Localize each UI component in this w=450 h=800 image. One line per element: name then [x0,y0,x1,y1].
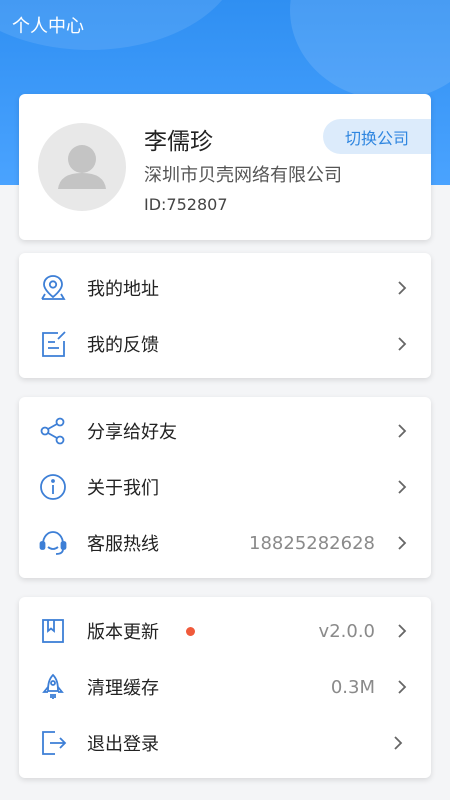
logout-icon [38,728,68,758]
menu-item-logout[interactable]: 退出登录 [19,715,431,771]
menu-group-2: 分享给好友 关于我们 客服热线 18825282628 [19,397,431,578]
info-icon [38,472,68,502]
chevron-right-icon [394,736,403,750]
menu-item-version-update[interactable]: 版本更新 v2.0.0 [19,603,431,659]
rocket-icon [38,672,68,702]
menu-item-about[interactable]: 关于我们 [19,459,431,515]
profile-card: 李儒珍 深圳市贝壳网络有限公司 ID:752807 切换公司 [19,94,431,240]
menu-item-clear-cache[interactable]: 清理缓存 0.3M [19,659,431,715]
update-badge [186,626,195,636]
menu-item-label: 版本更新 [87,622,159,643]
chevron-right-icon [398,337,407,351]
headset-icon [38,528,68,558]
user-placeholder-icon [58,145,106,189]
switch-company-button[interactable]: 切换公司 [323,119,431,154]
menu-item-share[interactable]: 分享给好友 [19,403,431,459]
chevron-right-icon [398,424,407,438]
share-icon [38,416,68,446]
bookmark-icon [38,616,68,646]
decorative-blob [290,0,450,100]
menu-item-label: 分享给好友 [87,422,177,443]
avatar[interactable] [38,123,126,211]
chevron-right-icon [398,624,407,638]
chevron-right-icon [398,536,407,550]
menu-item-label: 客服热线 [87,534,159,555]
menu-item-feedback[interactable]: 我的反馈 [19,316,431,372]
menu-item-address[interactable]: 我的地址 [19,260,431,316]
menu-item-label: 我的地址 [87,279,159,300]
chevron-right-icon [398,480,407,494]
cache-size: 0.3M [330,676,375,698]
location-pin-icon [38,273,68,303]
user-id: ID:752807 [144,195,228,214]
hotline-number: 18825282628 [249,532,375,554]
menu-item-label: 我的反馈 [87,335,159,356]
page-title: 个人中心 [12,16,84,37]
company-name: 深圳市贝壳网络有限公司 [144,165,342,186]
user-name: 李儒珍 [144,129,213,155]
feedback-icon [38,329,68,359]
menu-item-label: 退出登录 [87,734,159,755]
menu-item-label: 清理缓存 [87,678,159,699]
menu-group-1: 我的地址 我的反馈 [19,253,431,378]
menu-item-label: 关于我们 [87,478,159,499]
menu-item-hotline[interactable]: 客服热线 18825282628 [19,515,431,571]
chevron-right-icon [398,281,407,295]
menu-group-3: 版本更新 v2.0.0 清理缓存 0.3M 退出登录 [19,597,431,778]
chevron-right-icon [398,680,407,694]
version-number: v2.0.0 [318,620,375,642]
